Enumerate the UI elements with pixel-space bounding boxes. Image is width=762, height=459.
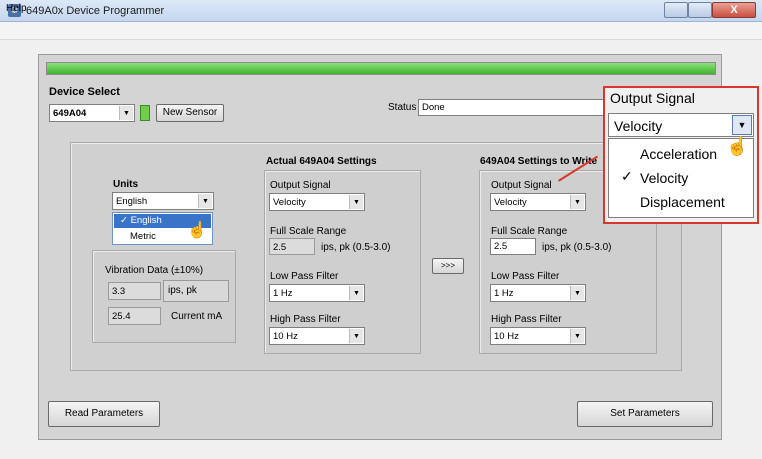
maximize-button[interactable] [688,2,712,18]
actual-fsr-label: Full Scale Range [270,226,347,237]
callout-option-displacement[interactable]: Displacement [610,190,752,214]
vibration-unit-ips: ips, pk [168,285,197,296]
status-label: Status [388,102,417,113]
actual-settings-title: Actual 649A04 Settings [266,156,377,167]
mouse-cursor-icon: ☝ [726,136,749,156]
chevron-down-icon[interactable]: ▼ [349,286,363,300]
actual-lpf-combo[interactable]: 1 Hz ▼ [269,284,365,302]
actual-lpf-label: Low Pass Filter [270,271,339,282]
write-lpf-label: Low Pass Filter [491,271,560,282]
write-hpf-label: High Pass Filter [491,314,562,325]
vibration-value-current: 25.4 [108,307,161,325]
callout-output-signal-combo[interactable]: Velocity ▼ [608,113,754,137]
write-hpf-combo[interactable]: 10 Hz ▼ [490,327,586,345]
mouse-cursor-icon: ☝ [187,222,207,239]
actual-output-signal-combo[interactable]: Velocity ▼ [269,193,365,211]
new-sensor-button[interactable]: New Sensor [156,104,224,122]
chevron-down-icon[interactable]: ▼ [570,195,584,209]
chevron-down-icon[interactable]: ▼ [732,115,752,135]
write-hpf-value: 10 Hz [494,331,519,342]
chevron-down-icon[interactable]: ▼ [570,286,584,300]
read-parameters-button[interactable]: Read Parameters [48,401,160,427]
chevron-down-icon[interactable]: ▼ [119,106,133,120]
write-lpf-value: 1 Hz [494,288,514,299]
write-output-signal-label: Output Signal [491,180,552,191]
units-combo[interactable]: English ▼ [112,192,214,210]
copy-settings-button[interactable]: >>> [432,258,464,274]
actual-output-signal-label: Output Signal [270,180,331,191]
write-fsr-label: Full Scale Range [491,226,568,237]
chevron-down-icon[interactable]: ▼ [570,329,584,343]
units-value: English [116,196,148,207]
callout-title: Output Signal [610,90,695,106]
progress-fill [47,63,715,74]
actual-fsr-value: 2.5 [269,238,315,255]
actual-lpf-value: 1 Hz [273,288,293,299]
actual-output-signal-value: Velocity [273,197,306,208]
vibration-unit-current: Current mA [171,311,223,322]
chevron-down-icon[interactable]: ▼ [198,194,212,208]
vibration-data-label: Vibration Data (±10%) [105,265,204,276]
write-lpf-combo[interactable]: 1 Hz ▼ [490,284,586,302]
window-title: 649A0x Device Programmer [26,5,165,17]
write-fsr-unit: ips, pk (0.5-3.0) [542,242,612,253]
checkmark-icon: ✓ [621,168,633,184]
units-label: Units [113,179,138,190]
device-select-label: Device Select [49,86,120,98]
close-button[interactable]: X [712,2,756,18]
status-field: Done [418,99,608,116]
menu-bar [0,22,762,40]
actual-fsr-unit: ips, pk (0.5-3.0) [321,242,391,253]
device-select-value: 649A04 [53,108,87,119]
actual-hpf-value: 10 Hz [273,331,298,342]
device-select-combo[interactable]: 649A04 ▼ [49,104,135,122]
actual-hpf-label: High Pass Filter [270,314,341,325]
write-output-signal-value: Velocity [494,197,527,208]
progress-bar [46,62,716,75]
minimize-button[interactable] [664,2,688,18]
write-output-signal-combo[interactable]: Velocity ▼ [490,193,586,211]
vibration-value-ips: 3.3 [108,282,161,300]
chevron-down-icon[interactable]: ▼ [349,329,363,343]
write-fsr-input[interactable]: 2.5 [490,238,536,255]
callout-output-signal-value: Velocity [614,118,663,134]
actual-hpf-combo[interactable]: 10 Hz ▼ [269,327,365,345]
sensor-indicator-led [140,105,150,121]
menu-item-help[interactable]: Help [6,3,27,14]
set-parameters-button[interactable]: Set Parameters [577,401,713,427]
chevron-down-icon[interactable]: ▼ [349,195,363,209]
